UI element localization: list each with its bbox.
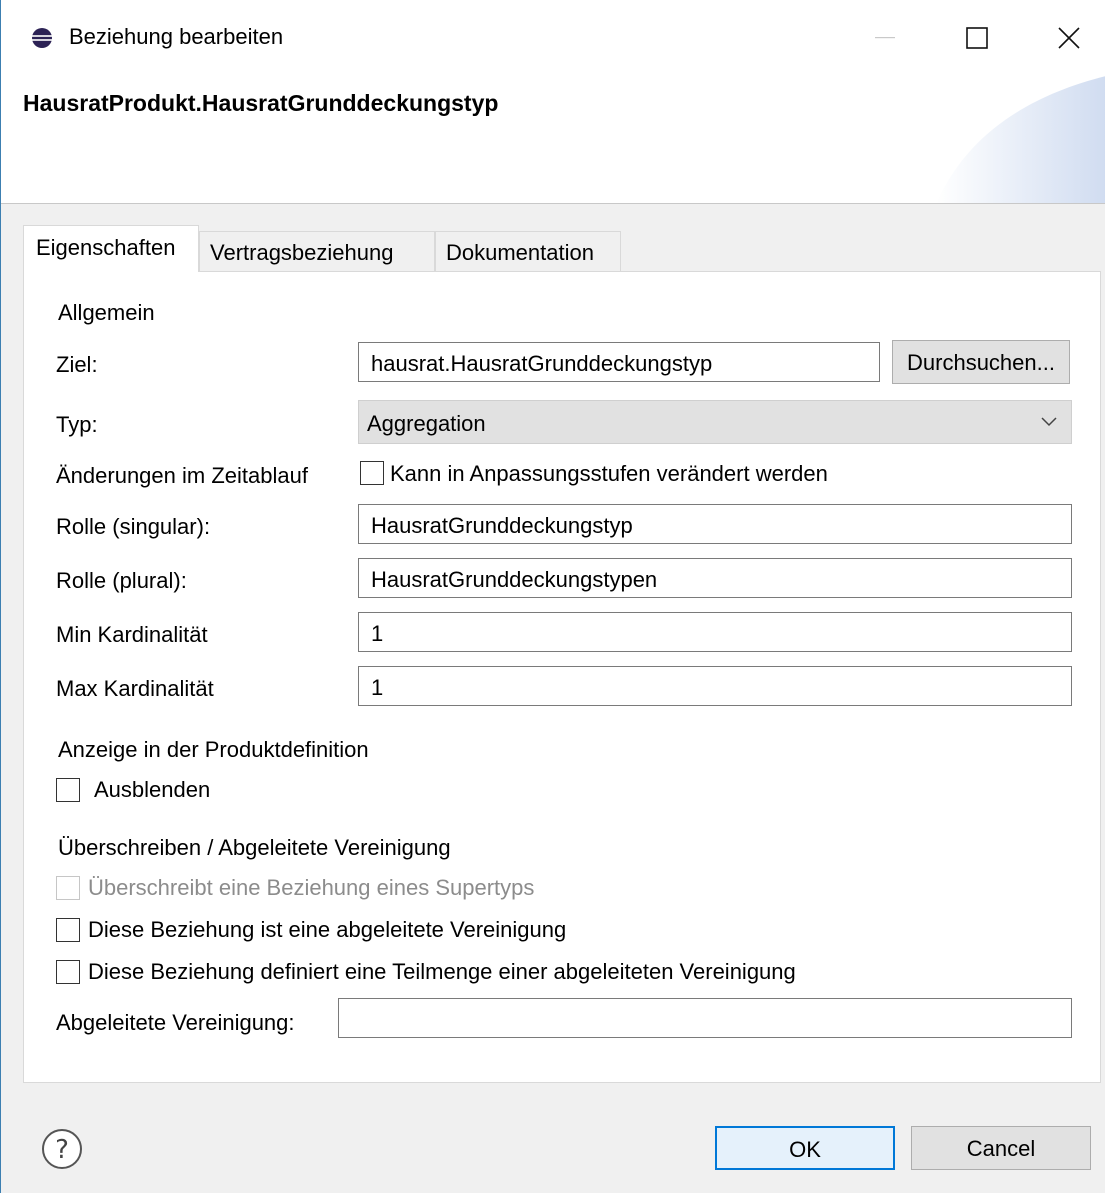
tab-dokumentation[interactable]: Dokumentation (435, 231, 621, 271)
title-bar[interactable]: Beziehung bearbeiten (1, 0, 1105, 76)
subset-checkbox[interactable] (56, 960, 80, 984)
window-title: Beziehung bearbeiten (69, 24, 284, 49)
eclipse-icon (32, 28, 52, 48)
tab-vertragsbeziehung[interactable]: Vertragsbeziehung (199, 231, 435, 271)
section-override-label: Überschreiben / Abgeleitete Vereinigung (58, 835, 451, 860)
svg-text:?: ? (55, 1135, 69, 1165)
dialog-header: HausratProdukt.HausratGrunddeckungstyp (1, 76, 1105, 204)
section-display-label: Anzeige in der Produktdefinition (58, 737, 369, 762)
close-button[interactable] (1023, 0, 1105, 76)
overrides-checkbox-label[interactable]: Überschreibt eine Beziehung eines Supert… (88, 875, 534, 901)
role-singular-label: Rolle (singular): (56, 514, 211, 539)
changes-checkbox[interactable] (360, 461, 384, 485)
maximize-icon (966, 27, 988, 49)
hide-checkbox-label[interactable]: Ausblenden (94, 777, 210, 803)
min-cardinality-input[interactable]: 1 (358, 612, 1072, 652)
derived-union-field-label: Abgeleitete Vereinigung: (56, 1010, 295, 1035)
dialog-window: Beziehung bearbeiten HausratProdukt.Haus… (0, 0, 1105, 1193)
hide-checkbox[interactable] (56, 778, 80, 802)
properties-panel: Allgemein Ziel: hausrat.HausratGrunddeck… (23, 271, 1101, 1083)
changes-checkbox-label[interactable]: Kann in Anpassungsstufen verändert werde… (390, 461, 828, 487)
close-icon (1058, 27, 1080, 49)
type-label: Typ: (56, 412, 98, 437)
ok-button[interactable]: OK (715, 1126, 895, 1170)
maximize-button[interactable] (931, 0, 1023, 76)
target-label: Ziel: (56, 352, 98, 377)
minimize-icon (875, 37, 895, 39)
type-select[interactable]: Aggregation (358, 400, 1072, 444)
min-cardinality-label: Min Kardinalität (56, 622, 208, 647)
header-title: HausratProdukt.HausratGrunddeckungstyp (23, 90, 499, 116)
browse-button[interactable]: Durchsuchen... (892, 340, 1070, 384)
target-input[interactable]: hausrat.HausratGrunddeckungstyp (358, 342, 880, 382)
chevron-down-icon (1041, 417, 1057, 427)
help-question-icon[interactable]: ? (41, 1128, 83, 1170)
max-cardinality-input[interactable]: 1 (358, 666, 1072, 706)
minimize-button[interactable] (841, 0, 933, 76)
derived-union-checkbox-label[interactable]: Diese Beziehung ist eine abgeleitete Ver… (88, 917, 566, 943)
tab-eigenschaften[interactable]: Eigenschaften (23, 225, 199, 272)
banner-decoration-icon (936, 76, 1105, 203)
role-plural-label: Rolle (plural): (56, 568, 187, 593)
tab-bar: Eigenschaften Vertragsbeziehung Dokument… (23, 225, 1101, 272)
max-cardinality-label: Max Kardinalität (56, 676, 214, 701)
derived-union-checkbox[interactable] (56, 918, 80, 942)
derived-union-input[interactable] (338, 998, 1072, 1038)
section-general-label: Allgemein (58, 300, 155, 325)
overrides-checkbox[interactable] (56, 876, 80, 900)
type-select-value: Aggregation (367, 411, 486, 436)
cancel-button[interactable]: Cancel (911, 1126, 1091, 1170)
role-singular-input[interactable]: HausratGrunddeckungstyp (358, 504, 1072, 544)
changes-label: Änderungen im Zeitablauf (56, 463, 308, 488)
role-plural-input[interactable]: HausratGrunddeckungstypen (358, 558, 1072, 598)
subset-checkbox-label[interactable]: Diese Beziehung definiert eine Teilmenge… (88, 959, 796, 985)
